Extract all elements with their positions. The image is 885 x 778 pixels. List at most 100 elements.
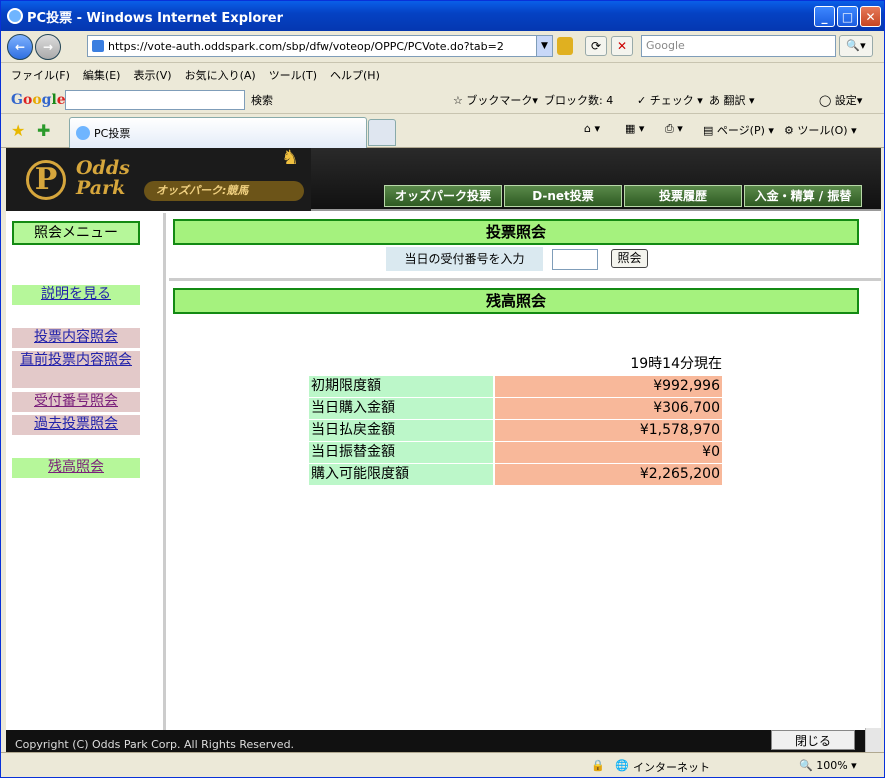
nav-oddspark-vote[interactable]: オッズパーク投票 — [384, 185, 502, 207]
tools-menu[interactable]: ⚙ ツール(O) ▾ — [784, 122, 857, 138]
close-button[interactable]: ✕ — [860, 6, 881, 27]
balance-timestamp: 19時14分現在 — [630, 356, 722, 372]
close-page-button[interactable]: 閉じる — [771, 730, 855, 750]
nav-deposit[interactable]: 入金・精算 / 振替 — [744, 185, 862, 207]
menu-favorites[interactable]: お気に入り(A) — [185, 67, 256, 83]
blocked-count: ブロック数: 4 — [544, 94, 614, 107]
logo-p-icon: P — [26, 160, 66, 200]
home-icon[interactable]: ⌂ ▾ — [584, 122, 600, 135]
main-area: 投票照会 当日の受付番号を入力 照会 残高照会 19時14分現在 初期限度額 ¥… — [169, 213, 881, 752]
menu-edit[interactable]: 編集(E) — [83, 67, 121, 83]
tab-title: PC投票 — [94, 127, 131, 140]
menu-balance-link[interactable]: 残高照会 — [12, 458, 140, 478]
balance-value-payout: ¥1,578,970 — [495, 420, 722, 441]
balance-heading: 残高照会 — [173, 288, 859, 314]
menu-receipt-number-link[interactable]: 受付番号照会 — [12, 392, 140, 412]
inquiry-button[interactable]: 照会 — [611, 249, 648, 268]
maximize-button[interactable]: □ — [837, 6, 858, 27]
balance-value-transfer: ¥0 — [495, 442, 722, 463]
url-text: https://vote-auth.oddspark.com/sbp/dfw/v… — [108, 39, 504, 53]
settings-label: 設定 — [834, 94, 857, 107]
translate-label: 翻訳 — [723, 94, 746, 107]
menu-explanation-link[interactable]: 説明を見る — [12, 285, 140, 305]
left-menu-title: 照会メニュー — [12, 221, 140, 245]
balance-value-available: ¥2,265,200 — [495, 464, 722, 485]
forward-button[interactable]: → — [35, 33, 61, 60]
page-menu[interactable]: ▤ ページ(P) ▾ — [703, 122, 774, 138]
ie-tab-icon — [76, 126, 90, 140]
refresh-button[interactable]: ⟳ — [585, 36, 607, 56]
google-search-input[interactable] — [65, 90, 245, 110]
translate-button[interactable]: あ 翻訳 ▾ — [709, 92, 755, 108]
balance-label-purchase: 当日購入金額 — [309, 398, 493, 419]
page-menu-label: ページ(P) — [716, 124, 765, 137]
back-button[interactable]: ← — [7, 33, 33, 60]
zone-icon: 🌐 — [615, 759, 629, 772]
site-header: P Odds Park オッズパーク:競馬 ♞ オッズパーク投票 D-net投票… — [6, 148, 881, 211]
popup-blocker-button[interactable]: ブロック数: 4 — [544, 92, 613, 108]
address-row: ← → https://vote-auth.oddspark.com/sbp/d… — [1, 31, 884, 63]
add-favorites-icon[interactable]: ✚ — [37, 121, 50, 140]
lock-icon[interactable] — [557, 37, 573, 55]
balance-label-payout: 当日払戻金額 — [309, 420, 493, 441]
balance-label-initial-limit: 初期限度額 — [309, 376, 493, 397]
balance-value-initial-limit: ¥992,996 — [495, 376, 722, 397]
print-icon[interactable]: ⎙ ▾ — [665, 122, 683, 136]
google-toolbar: Google 検索 ☆ ブックマーク▾ ブロック数: 4 ✓ チェック ▾ あ … — [1, 86, 884, 114]
address-dropdown-icon[interactable]: ▼ — [536, 36, 552, 56]
settings-button[interactable]: ◯ 設定▾ — [819, 92, 862, 108]
menu-help[interactable]: ヘルプ(H) — [330, 67, 380, 83]
tab-row: ★ ✚ PC投票 ⌂ ▾ ▦ ▾ ⎙ ▾ ▤ ページ(P) ▾ ⚙ ツール(O)… — [1, 115, 884, 148]
menu-past-vote-link[interactable]: 過去投票照会 — [12, 415, 140, 435]
search-input[interactable]: Google — [641, 35, 836, 57]
site-logo[interactable]: P Odds Park オッズパーク:競馬 ♞ — [6, 148, 311, 211]
balance-label-available: 購入可能限度額 — [309, 464, 493, 485]
feeds-icon[interactable]: ▦ ▾ — [625, 122, 644, 135]
address-bar[interactable]: https://vote-auth.oddspark.com/sbp/dfw/v… — [87, 35, 553, 57]
left-menu: 照会メニュー 説明を見る 投票内容照会 直前投票内容照会 受付番号照会 過去投票… — [6, 213, 166, 752]
security-icon: 🔒 — [591, 759, 605, 772]
section-divider — [169, 278, 881, 281]
menu-vote-content-link[interactable]: 投票内容照会 — [12, 328, 140, 348]
menu-view[interactable]: 表示(V) — [133, 67, 171, 83]
title-bar: PC投票 - Windows Internet Explorer _ □ ✕ — [1, 1, 884, 31]
google-search-button[interactable]: 検索 — [251, 92, 273, 108]
logo-tag: オッズパーク:競馬 — [144, 181, 304, 201]
receipt-number-input[interactable] — [552, 249, 598, 270]
logo-text: Odds Park — [76, 157, 130, 199]
browser-window: PC投票 - Windows Internet Explorer _ □ ✕ ←… — [0, 0, 885, 778]
receipt-number-label: 当日の受付番号を入力 — [386, 247, 543, 271]
site-footer: Copyright (C) Odds Park Corp. All Rights… — [6, 730, 881, 752]
tab-pc-vote[interactable]: PC投票 — [69, 117, 367, 148]
zoom-control[interactable]: 🔍 100% ▾ — [799, 759, 857, 772]
search-button[interactable]: 🔍▾ — [839, 35, 873, 57]
bookmarks-label: ブックマーク — [466, 94, 533, 107]
balance-label-transfer: 当日振替金額 — [309, 442, 493, 463]
status-bar: 🔒 🌐 インターネット 🔍 100% ▾ — [1, 752, 884, 777]
menu-last-vote-link[interactable]: 直前投票内容照会 — [12, 351, 140, 388]
page-icon — [92, 40, 104, 52]
check-label: チェック — [649, 94, 694, 107]
nav-vote-history[interactable]: 投票履歴 — [624, 185, 742, 207]
balance-value-purchase: ¥306,700 — [495, 398, 722, 419]
stop-button[interactable]: ✕ — [611, 36, 633, 56]
minimize-button[interactable]: _ — [814, 6, 835, 27]
spellcheck-button[interactable]: ✓ チェック ▾ — [637, 92, 703, 108]
zone-label: インターネット — [633, 761, 710, 774]
tools-menu-label: ツール(O) — [797, 124, 848, 137]
bookmarks-button[interactable]: ☆ ブックマーク▾ — [453, 92, 538, 108]
vote-inquiry-heading: 投票照会 — [173, 219, 859, 245]
window-title: PC投票 - Windows Internet Explorer — [27, 10, 284, 26]
favorites-star-icon[interactable]: ★ — [11, 121, 25, 140]
vertical-scrollbar[interactable] — [865, 728, 881, 752]
zoom-level: 100% — [816, 759, 848, 772]
page-content: P Odds Park オッズパーク:競馬 ♞ オッズパーク投票 D-net投票… — [6, 148, 881, 752]
horse-icon: ♞ — [281, 148, 299, 169]
nav-dnet-vote[interactable]: D-net投票 — [504, 185, 622, 207]
google-logo: Google — [11, 91, 66, 108]
menu-file[interactable]: ファイル(F) — [11, 67, 70, 83]
menu-tools[interactable]: ツール(T) — [269, 67, 317, 83]
new-tab-button[interactable] — [368, 119, 396, 146]
menu-bar: ファイル(F) 編集(E) 表示(V) お気に入り(A) ツール(T) ヘルプ(… — [1, 64, 884, 86]
ie-icon — [7, 8, 23, 24]
